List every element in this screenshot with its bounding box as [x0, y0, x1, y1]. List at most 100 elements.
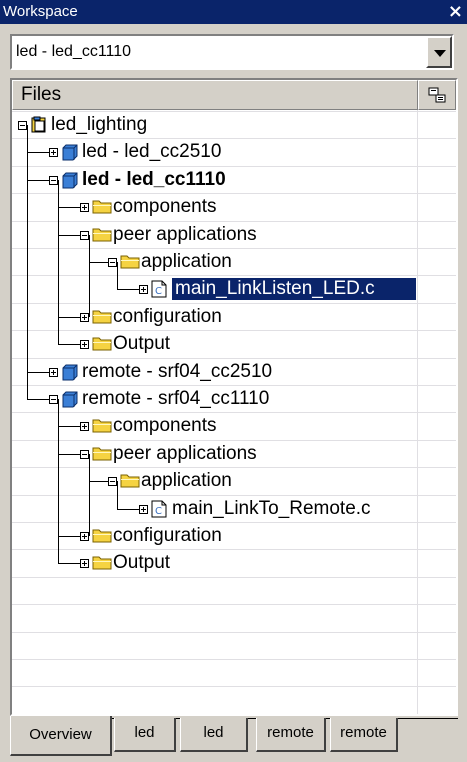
- tree-connector: [89, 262, 108, 263]
- tree-node[interactable]: peer applications: [113, 224, 257, 246]
- workspace-tabs: Overview led led remote remote: [10, 716, 458, 760]
- expand-icon[interactable]: [80, 340, 89, 350]
- tab-overview[interactable]: Overview: [10, 716, 112, 756]
- expand-icon[interactable]: [139, 504, 148, 514]
- expand-icon[interactable]: [49, 148, 58, 158]
- tree-node-label: application: [141, 251, 232, 272]
- folder-icon: [120, 472, 140, 493]
- expand-icon[interactable]: [80, 559, 89, 569]
- collapse-icon[interactable]: [18, 121, 27, 130]
- tree-node[interactable]: main_LinkTo_Remote.c: [172, 498, 371, 520]
- folder-icon: [92, 308, 112, 329]
- tree-node[interactable]: Output: [113, 333, 170, 355]
- tree-connector: [58, 316, 80, 318]
- workspace-icon: [30, 116, 48, 139]
- window-title: Workspace: [3, 3, 78, 20]
- tree-connector: [58, 453, 80, 455]
- tree-node-label: main_LinkListen_LED.c: [171, 277, 417, 302]
- expand-icon[interactable]: [80, 532, 89, 541]
- tree-node-label: configuration: [113, 525, 222, 546]
- expand-icon[interactable]: [80, 422, 89, 432]
- folder-icon: [92, 226, 112, 247]
- tree-node[interactable]: led - led_cc2510: [82, 141, 221, 163]
- tree-node-label: led - led_cc2510: [82, 141, 222, 163]
- tree-connector: [89, 481, 108, 483]
- tree-node[interactable]: components: [113, 415, 217, 437]
- svg-text:C: C: [155, 286, 162, 297]
- tree-node-label: Output: [113, 552, 171, 574]
- folder-icon: [120, 253, 140, 274]
- expand-icon[interactable]: [80, 203, 89, 213]
- folder-icon: [92, 445, 112, 466]
- collapse-icon[interactable]: [80, 449, 89, 459]
- tree-connector: [27, 371, 49, 373]
- collapse-icon[interactable]: [108, 477, 117, 487]
- tree-connector: [58, 399, 59, 564]
- tree-connector: [58, 234, 80, 236]
- tree-connector: [117, 508, 139, 510]
- collapse-icon[interactable]: [108, 258, 117, 267]
- project-icon: [61, 390, 79, 413]
- project-icon: [61, 363, 79, 386]
- tree-connector: [58, 344, 80, 346]
- tree-connector: [89, 234, 90, 317]
- tree-node[interactable]: configuration: [113, 525, 222, 547]
- files-header: Files: [12, 80, 456, 110]
- tree-node[interactable]: main_LinkListen_LED.c: [171, 277, 417, 302]
- configuration-dropdown[interactable]: led - led_cc1110: [10, 34, 454, 70]
- configuration-value: led - led_cc1110: [16, 43, 132, 60]
- collapse-icon[interactable]: [49, 175, 58, 185]
- tree-node-label: main_LinkTo_Remote.c: [172, 497, 371, 519]
- collapse-icon[interactable]: [80, 230, 89, 240]
- expand-icon[interactable]: [139, 285, 148, 295]
- files-panel: Files led_lightingled - led_cc2510led - …: [10, 78, 458, 716]
- tree-connector: [89, 453, 90, 536]
- tree-node[interactable]: led - led_cc1110: [82, 169, 226, 191]
- tree-node[interactable]: peer applications: [113, 443, 257, 465]
- tree-node[interactable]: configuration: [113, 306, 222, 328]
- chevron-down-icon: [434, 50, 446, 57]
- tab-led-2[interactable]: led: [180, 718, 248, 752]
- close-icon[interactable]: ×: [448, 0, 463, 24]
- tree-node[interactable]: remote - srf04_cc2510: [82, 361, 272, 383]
- file-tree: led_lightingled - led_cc2510led - led_cc…: [12, 110, 456, 710]
- settings-button[interactable]: [418, 80, 456, 110]
- tree-connector: [58, 563, 80, 565]
- tree-node-label: application: [141, 470, 232, 492]
- tree-node-label: peer applications: [113, 442, 257, 464]
- grid-line: [12, 713, 456, 714]
- tree-connector: [58, 179, 59, 345]
- dropdown-button[interactable]: [426, 36, 452, 68]
- expand-icon[interactable]: [49, 367, 58, 377]
- tree-node-label: peer applications: [113, 223, 257, 245]
- tree-node[interactable]: led_lighting: [51, 114, 147, 136]
- folder-icon: [92, 417, 112, 438]
- tree-connector: [58, 536, 80, 537]
- tree-node[interactable]: Output: [113, 552, 170, 574]
- tree-node-label: components: [113, 415, 217, 437]
- tab-remote-4[interactable]: remote: [330, 718, 398, 752]
- tree-node[interactable]: components: [113, 196, 217, 218]
- tree-connector: [58, 207, 80, 209]
- tree-connector: [27, 125, 28, 399]
- tree-node-label: remote - srf04_cc2510: [82, 360, 273, 382]
- tree-connector: [117, 262, 118, 290]
- files-column-header[interactable]: Files: [12, 80, 418, 110]
- tree-node[interactable]: application: [141, 470, 232, 492]
- tree-node-label: components: [113, 196, 217, 218]
- c-file-icon: C: [151, 280, 167, 303]
- tab-led-1[interactable]: led: [114, 718, 176, 752]
- tab-remote-3[interactable]: remote: [256, 718, 326, 752]
- tree-node[interactable]: application: [141, 251, 232, 273]
- project-icon: [61, 171, 79, 194]
- expand-icon[interactable]: [80, 312, 89, 322]
- title-bar: Workspace ×: [0, 0, 467, 24]
- collapse-icon[interactable]: [49, 395, 58, 404]
- project-icon: [61, 143, 79, 166]
- tree-node-label: Output: [113, 333, 171, 355]
- tree-connector: [117, 481, 118, 509]
- tree-node-label: led_lighting: [51, 114, 148, 135]
- tree-node[interactable]: remote - srf04_cc1110: [82, 388, 269, 410]
- folder-icon: [92, 335, 112, 356]
- settings-icon: [428, 87, 446, 103]
